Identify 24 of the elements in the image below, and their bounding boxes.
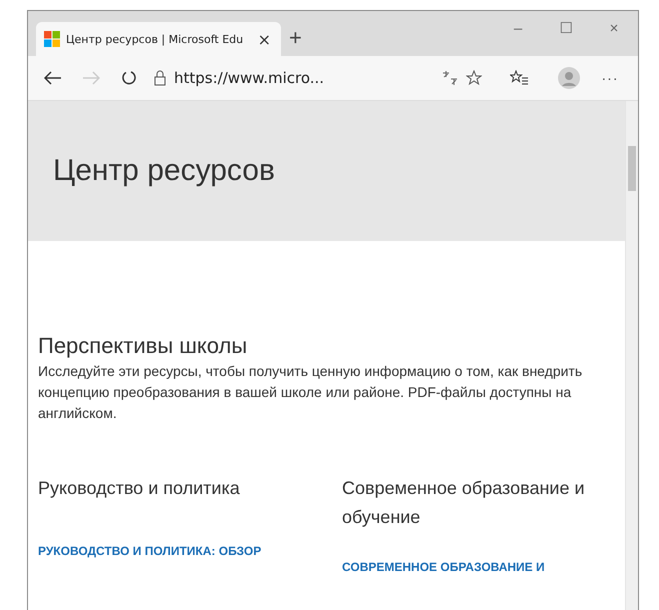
- section-description: Исследуйте эти ресурсы, чтобы получить ценную информацию о том, как внедрить концепцию преобразования в вашей школе или районе. PDF-файлы доступны на английском.: [38, 362, 584, 423]
- section-title: Перспективы школы: [38, 333, 248, 359]
- logo-icon: [44, 31, 60, 47]
- more-button[interactable]: ···: [590, 69, 630, 87]
- close-button[interactable]: ×: [590, 11, 638, 45]
- maximize-button[interactable]: ☐: [542, 11, 590, 45]
- forward-arrow-icon: [82, 71, 100, 85]
- refresh-icon: [121, 70, 137, 86]
- translate-icon: [442, 70, 458, 86]
- page-title: Центр ресурсов: [53, 154, 275, 188]
- resource-link[interactable]: СОВРЕМЕННОЕ ОБРАЗОВАНИЕ И: [342, 560, 622, 574]
- star-icon: [466, 70, 482, 86]
- tab-title: Центр ресурсов | Microsoft Edu: [66, 32, 244, 46]
- column-title: Современное образование и обучение: [342, 477, 586, 529]
- resource-link[interactable]: РУКОВОДСТВО И ПОЛИТИКА: ОБЗОР: [38, 544, 268, 558]
- browser-tab[interactable]: Центр ресурсов | Microsoft Edu ×: [36, 22, 281, 56]
- lock-icon: [154, 70, 166, 86]
- new-tab-button[interactable]: +: [289, 25, 302, 51]
- column-title: Руководство и политика: [38, 477, 241, 500]
- scrollbar[interactable]: [625, 101, 638, 610]
- address-bar[interactable]: https://www.micro...: [150, 62, 486, 94]
- tab-close-button[interactable]: ×: [256, 30, 273, 48]
- minimize-button[interactable]: –: [494, 11, 542, 45]
- back-arrow-icon: [44, 71, 62, 85]
